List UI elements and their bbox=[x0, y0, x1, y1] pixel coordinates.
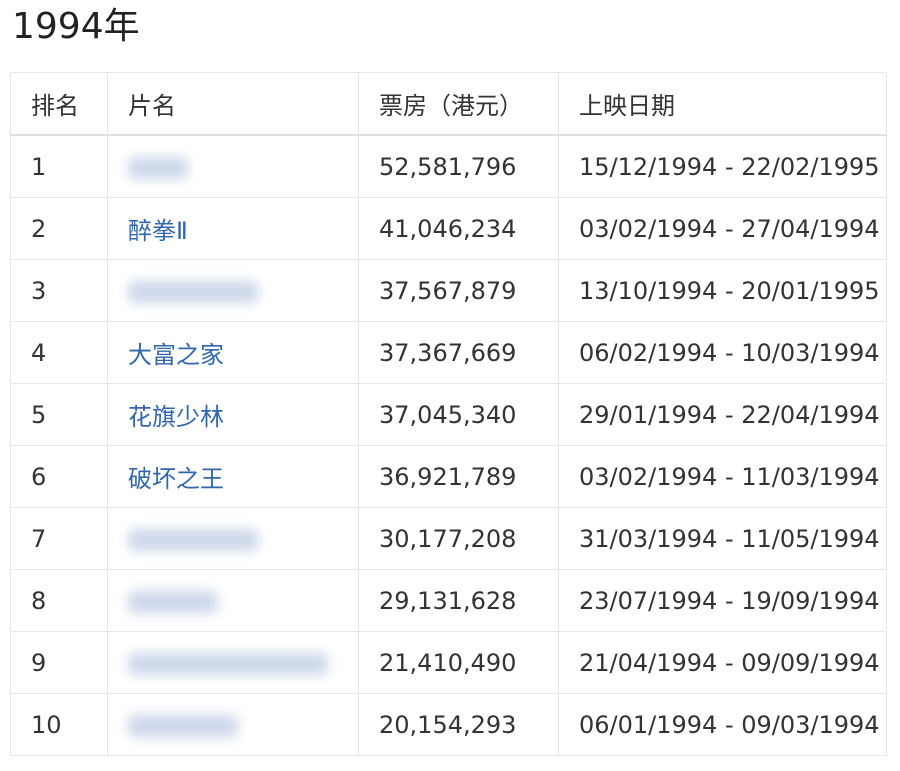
table-row: 1 52,581,796 15/12/1994 - 22/02/1995 bbox=[10, 134, 887, 198]
column-header-title: 片名 bbox=[107, 72, 359, 136]
table-body: 1 52,581,796 15/12/1994 - 22/02/1995 2 醉拳Ⅱ 41… bbox=[10, 134, 887, 756]
title-cell: 破坏之王 bbox=[107, 445, 359, 508]
movie-title-link[interactable]: 花旗少林 bbox=[128, 403, 224, 431]
column-header-release-date: 上映日期 bbox=[558, 72, 887, 136]
table-row: 6 破坏之王 36,921,789 03/02/1994 - 11/03/1994 bbox=[10, 445, 887, 508]
title-cell bbox=[107, 631, 359, 694]
title-cell bbox=[107, 569, 359, 632]
box-office-cell: 29,131,628 bbox=[358, 569, 559, 632]
blurred-title bbox=[128, 280, 258, 303]
title-cell bbox=[107, 259, 359, 322]
table-row: 7 30,177,208 31/03/1994 - 11/05/1994 bbox=[10, 507, 887, 570]
release-date-cell: 03/02/1994 - 11/03/1994 bbox=[558, 445, 887, 508]
rank-cell: 6 bbox=[10, 445, 108, 508]
title-cell: 大富之家 bbox=[107, 321, 359, 384]
blurred-title bbox=[128, 714, 238, 737]
blurred-title bbox=[128, 528, 258, 551]
release-date-cell: 23/07/1994 - 19/09/1994 bbox=[558, 569, 887, 632]
rank-cell: 5 bbox=[10, 383, 108, 446]
title-cell: 醉拳Ⅱ bbox=[107, 197, 359, 260]
release-date-cell: 06/01/1994 - 09/03/1994 bbox=[558, 693, 887, 756]
box-office-cell: 20,154,293 bbox=[358, 693, 559, 756]
release-date-cell: 13/10/1994 - 20/01/1995 bbox=[558, 259, 887, 322]
movie-title-link[interactable]: 大富之家 bbox=[128, 341, 224, 369]
title-cell bbox=[107, 693, 359, 756]
box-office-table: 排名 片名 票房（港元） 上映日期 1 52,581,796 15/12/1994 … bbox=[10, 72, 887, 756]
page-title: 1994年 bbox=[12, 6, 140, 47]
table-row: 5 花旗少林 37,045,340 29/01/1994 - 22/04/1994 bbox=[10, 383, 887, 446]
rank-cell: 9 bbox=[10, 631, 108, 694]
blurred-title bbox=[128, 652, 328, 675]
box-office-cell: 30,177,208 bbox=[358, 507, 559, 570]
column-header-rank: 排名 bbox=[10, 72, 108, 136]
table-row: 8 29,131,628 23/07/1994 - 19/09/1994 bbox=[10, 569, 887, 632]
box-office-cell: 41,046,234 bbox=[358, 197, 559, 260]
release-date-cell: 29/01/1994 - 22/04/1994 bbox=[558, 383, 887, 446]
rank-cell: 7 bbox=[10, 507, 108, 570]
release-date-cell: 06/02/1994 - 10/03/1994 bbox=[558, 321, 887, 384]
rank-cell: 2 bbox=[10, 197, 108, 260]
title-cell: 花旗少林 bbox=[107, 383, 359, 446]
blurred-title bbox=[128, 156, 188, 179]
release-date-cell: 15/12/1994 - 22/02/1995 bbox=[558, 134, 887, 198]
blurred-title bbox=[128, 590, 218, 613]
table-row: 9 21,410,490 21/04/1994 - 09/09/1994 bbox=[10, 631, 887, 694]
table-header-row: 排名 片名 票房（港元） 上映日期 bbox=[10, 72, 887, 136]
box-office-cell: 37,567,879 bbox=[358, 259, 559, 322]
column-header-box-office: 票房（港元） bbox=[358, 72, 559, 136]
title-cell bbox=[107, 507, 359, 570]
table-row: 2 醉拳Ⅱ 41,046,234 03/02/1994 - 27/04/1994 bbox=[10, 197, 887, 260]
movie-title-link[interactable]: 醉拳Ⅱ bbox=[128, 217, 188, 245]
table-row: 3 37,567,879 13/10/1994 - 20/01/1995 bbox=[10, 259, 887, 322]
rank-cell: 1 bbox=[10, 134, 108, 198]
rank-cell: 3 bbox=[10, 259, 108, 322]
box-office-cell: 36,921,789 bbox=[358, 445, 559, 508]
box-office-cell: 21,410,490 bbox=[358, 631, 559, 694]
rank-cell: 4 bbox=[10, 321, 108, 384]
release-date-cell: 31/03/1994 - 11/05/1994 bbox=[558, 507, 887, 570]
release-date-cell: 03/02/1994 - 27/04/1994 bbox=[558, 197, 887, 260]
table-row: 4 大富之家 37,367,669 06/02/1994 - 10/03/1994 bbox=[10, 321, 887, 384]
rank-cell: 8 bbox=[10, 569, 108, 632]
movie-title-link[interactable]: 破坏之王 bbox=[128, 465, 224, 493]
rank-cell: 10 bbox=[10, 693, 108, 756]
box-office-cell: 52,581,796 bbox=[358, 134, 559, 198]
table-row: 10 20,154,293 06/01/1994 - 09/03/1994 bbox=[10, 693, 887, 756]
release-date-cell: 21/04/1994 - 09/09/1994 bbox=[558, 631, 887, 694]
box-office-cell: 37,045,340 bbox=[358, 383, 559, 446]
title-cell bbox=[107, 134, 359, 198]
box-office-cell: 37,367,669 bbox=[358, 321, 559, 384]
